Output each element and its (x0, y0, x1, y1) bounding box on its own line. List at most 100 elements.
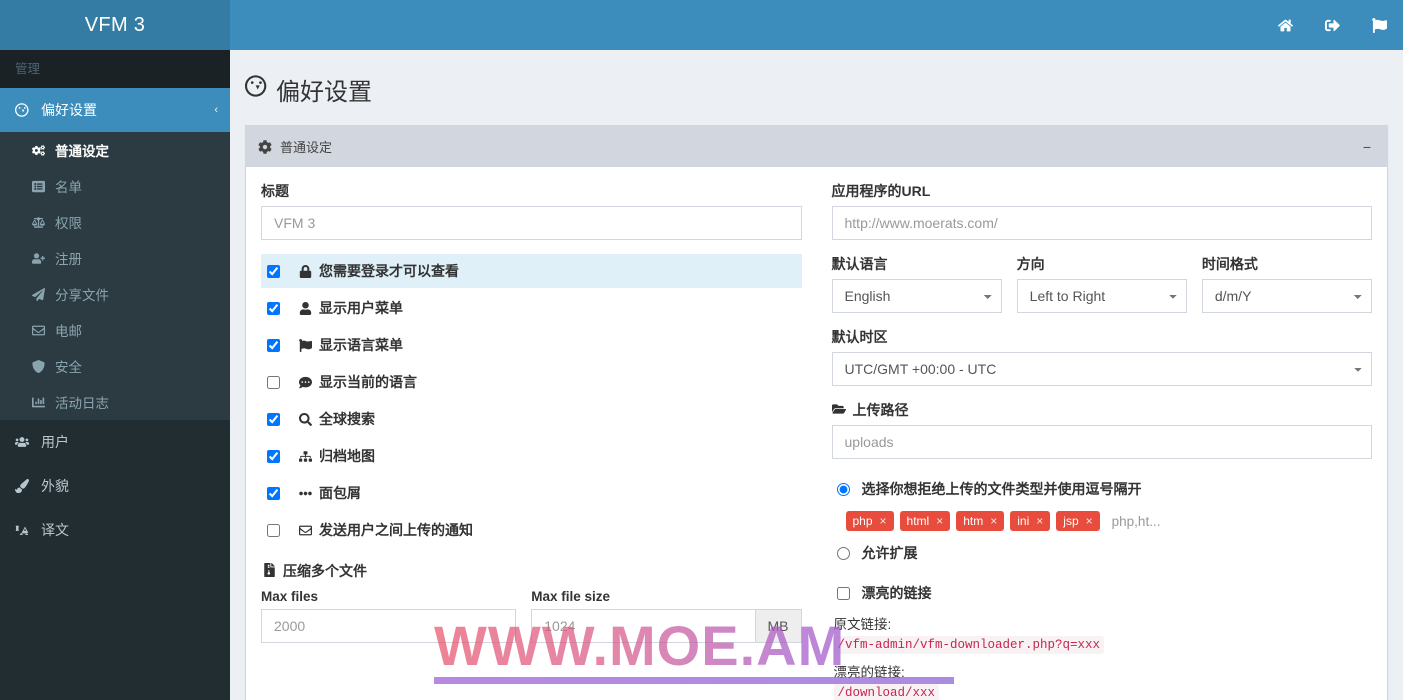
upload-path-input[interactable] (831, 425, 1372, 459)
checkbox-label: 归档地图 (319, 448, 375, 464)
sign-out-icon[interactable] (1309, 0, 1356, 50)
max-file-size-unit: MB (754, 609, 802, 643)
envelope-icon (294, 524, 316, 537)
tag-item[interactable]: html × (899, 511, 951, 531)
box-tools: − (1359, 140, 1375, 154)
direction-select[interactable]: Left to Right (1016, 279, 1187, 313)
max-file-size-input[interactable] (531, 609, 755, 643)
sidebar-subitem-security[interactable]: 安全 (0, 348, 230, 384)
deny-extensions-radio[interactable] (836, 482, 850, 496)
pretty-link-label: 漂亮的链接 (861, 585, 932, 601)
global-search-checkbox[interactable] (267, 412, 280, 426)
checkbox-row-show-user-menu[interactable]: 显示用户菜单 (261, 291, 802, 325)
tags-overflow-text: php,ht... (1111, 513, 1161, 529)
checkbox-row-login-required[interactable]: 您需要登录才可以查看 (261, 254, 802, 288)
tag-remove-icon[interactable]: × (880, 514, 887, 528)
checkbox-row-show-language-menu[interactable]: 显示语言菜单 (261, 328, 802, 362)
title-input[interactable] (261, 206, 802, 240)
user-icon (294, 301, 316, 315)
collapse-button[interactable]: − (1359, 140, 1375, 154)
sidebar-subitem-shared-files[interactable]: 分享文件 (0, 276, 230, 312)
tag-label: html (906, 514, 930, 528)
tag-item[interactable]: jsp × (1056, 511, 1100, 531)
sidebar-subitem-activity-log[interactable]: 活动日志 (0, 384, 230, 420)
default-timezone-label: 默认时区 (831, 329, 888, 345)
default-timezone-select[interactable]: UTC/GMT +00:00 - UTC (831, 352, 1372, 386)
tag-remove-icon[interactable]: × (1086, 514, 1093, 528)
sidebar-item-users[interactable]: 用户 (0, 420, 230, 464)
tag-remove-icon[interactable]: × (990, 514, 997, 528)
login-required-checkbox[interactable] (267, 264, 280, 278)
sidebar-item-label: 用户 (41, 434, 69, 451)
allow-extensions-radio[interactable] (836, 546, 850, 560)
sidebar-item-preferences[interactable]: 偏好设置 ‹ (0, 88, 230, 133)
user-plus-icon (32, 252, 52, 265)
sidebar-subitem-general-settings[interactable]: 普通设定 (0, 132, 230, 168)
app-url-input[interactable] (831, 206, 1372, 240)
brand-label: VFM 3 (84, 13, 146, 36)
sidebar-subitem-list[interactable]: 名单 (0, 168, 230, 204)
pretty-link-checkbox[interactable] (836, 586, 850, 600)
checkbox-row-archive-map[interactable]: 归档地图 (261, 439, 802, 473)
allow-extensions-radio-row[interactable]: 允许扩展 (832, 537, 1373, 569)
list-alt-icon (32, 180, 52, 193)
checkbox-label: 显示当前的语言 (319, 374, 417, 390)
upload-path-group: 上传路径 (831, 400, 1372, 459)
sidebar-submenu: 普通设定 名单 权限 注册 分享文件 电邮 安全 活动日志 (0, 132, 230, 421)
tag-item[interactable]: ini × (1010, 511, 1051, 531)
sidebar-subitem-label: 活动日志 (55, 396, 109, 412)
show-current-language-checkbox[interactable] (267, 375, 280, 389)
tag-item[interactable]: htm × (956, 511, 1005, 531)
time-format-select[interactable]: d/m/Y (1201, 279, 1373, 313)
max-files-input[interactable] (261, 609, 517, 643)
sidebar-subitem-label: 安全 (55, 360, 82, 376)
sidebar-subitem-label: 注册 (55, 252, 82, 268)
default-language-select[interactable]: English (831, 279, 1002, 313)
flag-icon[interactable] (1356, 0, 1403, 50)
show-language-menu-checkbox[interactable] (267, 338, 280, 352)
breadcrumbs-checkbox[interactable] (267, 486, 280, 500)
gears-icon (32, 144, 52, 157)
envelope-icon (32, 324, 52, 337)
sidebar-subitem-label: 电邮 (55, 324, 82, 340)
brand-logo[interactable]: VFM 3 (0, 0, 230, 50)
pretty-link-row[interactable]: 漂亮的链接 (832, 577, 1373, 609)
checkbox-row-breadcrumbs[interactable]: 面包屑 (261, 476, 802, 510)
checkbox-row-show-current-language[interactable]: 显示当前的语言 (261, 365, 802, 399)
app-root: VFM 3 管理 偏好设置 ‹ 普通设定 名单 权限 注册 分享文件 电邮 安全… (0, 0, 1403, 700)
sidebar-subitem-label: 普通设定 (55, 144, 109, 160)
show-user-menu-checkbox[interactable] (267, 301, 280, 315)
deny-extensions-radio-row[interactable]: 选择你想拒绝上传的文件类型并使用逗号隔开 (832, 473, 1373, 505)
right-column: 应用程序的URL 默认语言 English 方向 (817, 181, 1388, 700)
sitemap-icon (294, 450, 316, 463)
sidebar-item-translations[interactable]: 译文 (0, 508, 230, 552)
ellipsis-icon (294, 487, 316, 500)
upload-notification-checkbox[interactable] (267, 523, 280, 537)
direction-group: 方向 Left to Right (1016, 254, 1187, 313)
tag-remove-icon[interactable]: × (936, 514, 943, 528)
default-language-group: 默认语言 English (831, 254, 1002, 313)
upload-path-label-text: 上传路径 (852, 402, 909, 418)
extension-tags: php × html × htm × ini × jsp × php,ht... (832, 505, 1373, 537)
checkbox-row-global-search[interactable]: 全球搜索 (261, 402, 802, 436)
sidebar-subitem-email[interactable]: 电邮 (0, 312, 230, 348)
home-icon[interactable] (1262, 0, 1309, 50)
archive-map-checkbox[interactable] (267, 449, 280, 463)
checkbox-row-upload-notification[interactable]: 发送用户之间上传的通知 (261, 513, 802, 547)
sidebar-item-appearance[interactable]: 外貌 (0, 464, 230, 508)
users-icon (15, 435, 37, 449)
sidebar-subitem-permissions[interactable]: 权限 (0, 204, 230, 240)
sidebar-section-header: 管理 (0, 50, 230, 89)
tag-remove-icon[interactable]: × (1036, 514, 1043, 528)
max-file-size-group: Max file size MB (531, 589, 802, 643)
pretty-link-hint: 漂亮的链接: (833, 665, 905, 680)
sidebar-subitem-register[interactable]: 注册 (0, 240, 230, 276)
checkbox-label: 发送用户之间上传的通知 (319, 522, 473, 538)
tag-label: htm (963, 514, 984, 528)
title-label: 标题 (261, 183, 289, 199)
app-url-label: 应用程序的URL (831, 183, 931, 199)
checkbox-label: 全球搜索 (319, 411, 375, 427)
tag-label: jsp (1063, 514, 1079, 528)
tag-item[interactable]: php × (845, 511, 894, 531)
max-files-group: Max files (261, 589, 531, 643)
